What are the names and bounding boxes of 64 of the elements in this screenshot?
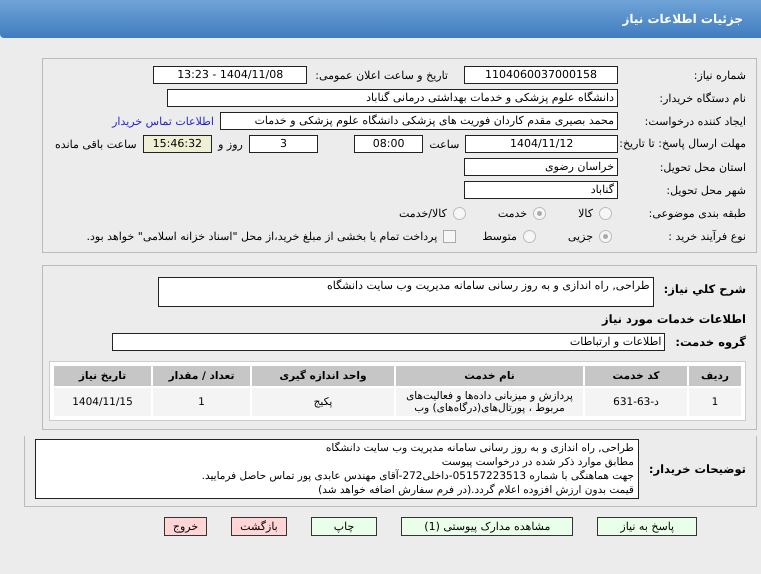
column-header: واحد اندازه گیری bbox=[252, 366, 394, 386]
text-field[interactable]: اطلاعات و ارتباطات bbox=[112, 333, 666, 351]
text-field[interactable]: 08:00 bbox=[354, 135, 424, 153]
text-field[interactable]: 1404/11/08 - 13:23 bbox=[153, 66, 308, 84]
radio-button[interactable] bbox=[599, 206, 612, 220]
action-button[interactable]: مشاهده مدارک پیوستی (1) bbox=[401, 517, 574, 536]
column-header: تعداد / مقدار bbox=[153, 366, 250, 386]
field-label: مهلت ارسال پاسخ: تا تاریخ: bbox=[618, 137, 746, 151]
table-cell: د-63-631 bbox=[585, 388, 687, 416]
field-label: نام دستگاه خریدار: bbox=[658, 92, 746, 104]
option-label: متوسط bbox=[482, 230, 517, 242]
radio-button[interactable] bbox=[452, 206, 466, 220]
option-label: کالا bbox=[578, 206, 593, 220]
time-label: ساعت bbox=[429, 138, 460, 150]
text-field[interactable]: 15:46:32 bbox=[142, 135, 212, 153]
text-field[interactable]: 1404/11/12 bbox=[465, 135, 618, 153]
text-field[interactable]: 1104060037000158 bbox=[464, 66, 618, 84]
field-label: شهر محل تحویل: bbox=[665, 184, 746, 196]
table-cell: پکیج bbox=[252, 388, 394, 416]
table-cell: پردازش و میزبانی داده‌ها و فعالیت‌های مربوط ، پورتال‌های(درگاه‌های) وب bbox=[396, 388, 583, 416]
field-label: شرح کلي نياز: bbox=[664, 282, 746, 296]
notes-line: جهت هماهنگی با شماره 05157223513-داخلی272-آقای مهندس عابدی پور تماس حاصل فرمایید. bbox=[200, 469, 634, 483]
table-cell: 1 bbox=[153, 388, 250, 416]
notes-line: قیمت بدون ارزش افزوده اعلام گردد.(در فرم سفارش اضافه خواهد شد) bbox=[317, 483, 634, 497]
checkbox[interactable] bbox=[443, 230, 456, 242]
field-label: گروه خدمت: bbox=[675, 335, 746, 349]
notes-line: مطابق موارد ذکر شده در درخواست پیوست bbox=[440, 455, 634, 469]
field-label: شماره نیاز: bbox=[692, 68, 746, 82]
remaining-label: ساعت باقی مانده bbox=[55, 138, 137, 150]
option-label: جزیی bbox=[568, 230, 593, 242]
field-label: توضیحات خریدار: bbox=[648, 462, 746, 476]
column-header: کد خدمت bbox=[585, 366, 687, 386]
table-cell: 1 bbox=[689, 388, 741, 416]
field-label: نوع فرآیند خرید : bbox=[667, 230, 746, 242]
option-label: کالا/خدمت bbox=[399, 206, 447, 220]
field-label: استان محل تحویل: bbox=[658, 160, 746, 174]
field-label: ایجاد کننده درخواست: bbox=[644, 114, 746, 128]
column-header: نام خدمت bbox=[396, 366, 583, 386]
action-button[interactable]: بازگشت bbox=[231, 517, 287, 536]
field-label: تاریخ و ساعت اعلان عمومی: bbox=[315, 68, 448, 82]
column-header: ردیف bbox=[689, 366, 741, 386]
notes-field[interactable] bbox=[35, 439, 639, 499]
text-field[interactable]: دانشگاه علوم پزشکی و خدمات بهداشتی درمانی گناباد bbox=[167, 89, 618, 107]
table-cell: 1404/11/15 bbox=[54, 388, 151, 416]
radio-button[interactable] bbox=[599, 230, 612, 242]
section-heading: اطلاعات خدمات مورد نیاز bbox=[602, 312, 746, 326]
days-label: روز و bbox=[218, 138, 243, 150]
notes-line: طراحی, راه اندازی و به روز رسانی سامانه مدیریت وب سایت دانشگاه bbox=[324, 441, 634, 455]
text-field[interactable]: 3 bbox=[248, 135, 318, 153]
action-button[interactable]: پاسخ به نیاز bbox=[597, 517, 698, 536]
page-title: جزئیات اطلاعات نیاز bbox=[622, 12, 743, 26]
field-label: طبقه بندی موضوعی: bbox=[648, 206, 746, 220]
option-label: خدمت bbox=[498, 206, 528, 220]
text-field[interactable]: طراحی, راه اندازی و به روز رسانی سامانه مدیریت وب سایت دانشگاه bbox=[158, 277, 654, 307]
radio-button[interactable] bbox=[522, 230, 536, 242]
text-field[interactable]: محمد بصیری مقدم کاردان فوریت های پزشکی دانشگاه علوم پزشکی و خدمات bbox=[220, 112, 618, 130]
radio-button[interactable] bbox=[533, 206, 546, 220]
action-button[interactable]: چاپ bbox=[310, 517, 378, 536]
text-field[interactable]: خراسان رضوی bbox=[464, 158, 618, 176]
text-field[interactable]: گناباد bbox=[464, 181, 618, 199]
column-header: تاریخ نیاز bbox=[54, 366, 151, 386]
action-button[interactable]: خروج bbox=[164, 517, 208, 536]
checkbox-label: پرداخت تمام یا بخشی از مبلغ خرید،از محل "اسناد خزانه اسلامی" خواهد بود. bbox=[86, 230, 438, 242]
contact-link[interactable]: اطلاعات تماس خریدار bbox=[112, 114, 214, 128]
